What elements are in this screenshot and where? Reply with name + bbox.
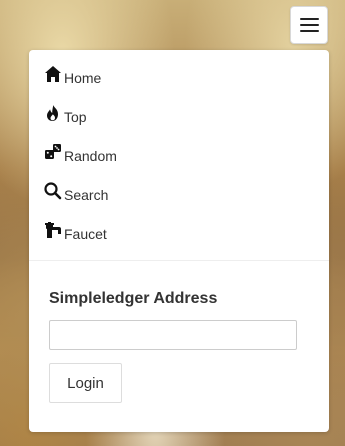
nav-label-faucet: Faucet <box>64 226 107 242</box>
flame-icon <box>43 103 63 123</box>
navigation-panel: Home Top Random Search Faucet Simpleledg… <box>29 50 329 432</box>
nav-label-home: Home <box>64 70 102 86</box>
nav-label-search: Search <box>64 187 109 203</box>
home-icon <box>43 64 63 84</box>
login-form: Simpleledger Address Login <box>29 261 329 403</box>
dice-icon <box>43 142 63 162</box>
hamburger-menu-icon <box>299 18 319 32</box>
nav-item-faucet[interactable]: Faucet <box>29 221 329 260</box>
nav-item-random[interactable]: Random <box>29 143 329 182</box>
nav-label-random: Random <box>64 148 117 164</box>
menu-toggle-button[interactable] <box>290 6 328 44</box>
address-label: Simpleledger Address <box>49 290 218 307</box>
nav-item-home[interactable]: Home <box>29 65 329 104</box>
nav-label-top: Top <box>64 109 87 125</box>
search-icon <box>43 181 63 201</box>
address-input[interactable] <box>49 320 297 350</box>
nav-item-search[interactable]: Search <box>29 182 329 221</box>
nav-menu: Home Top Random Search Faucet <box>29 50 329 260</box>
faucet-icon <box>43 220 63 240</box>
nav-item-top[interactable]: Top <box>29 104 329 143</box>
login-button[interactable]: Login <box>49 363 122 403</box>
